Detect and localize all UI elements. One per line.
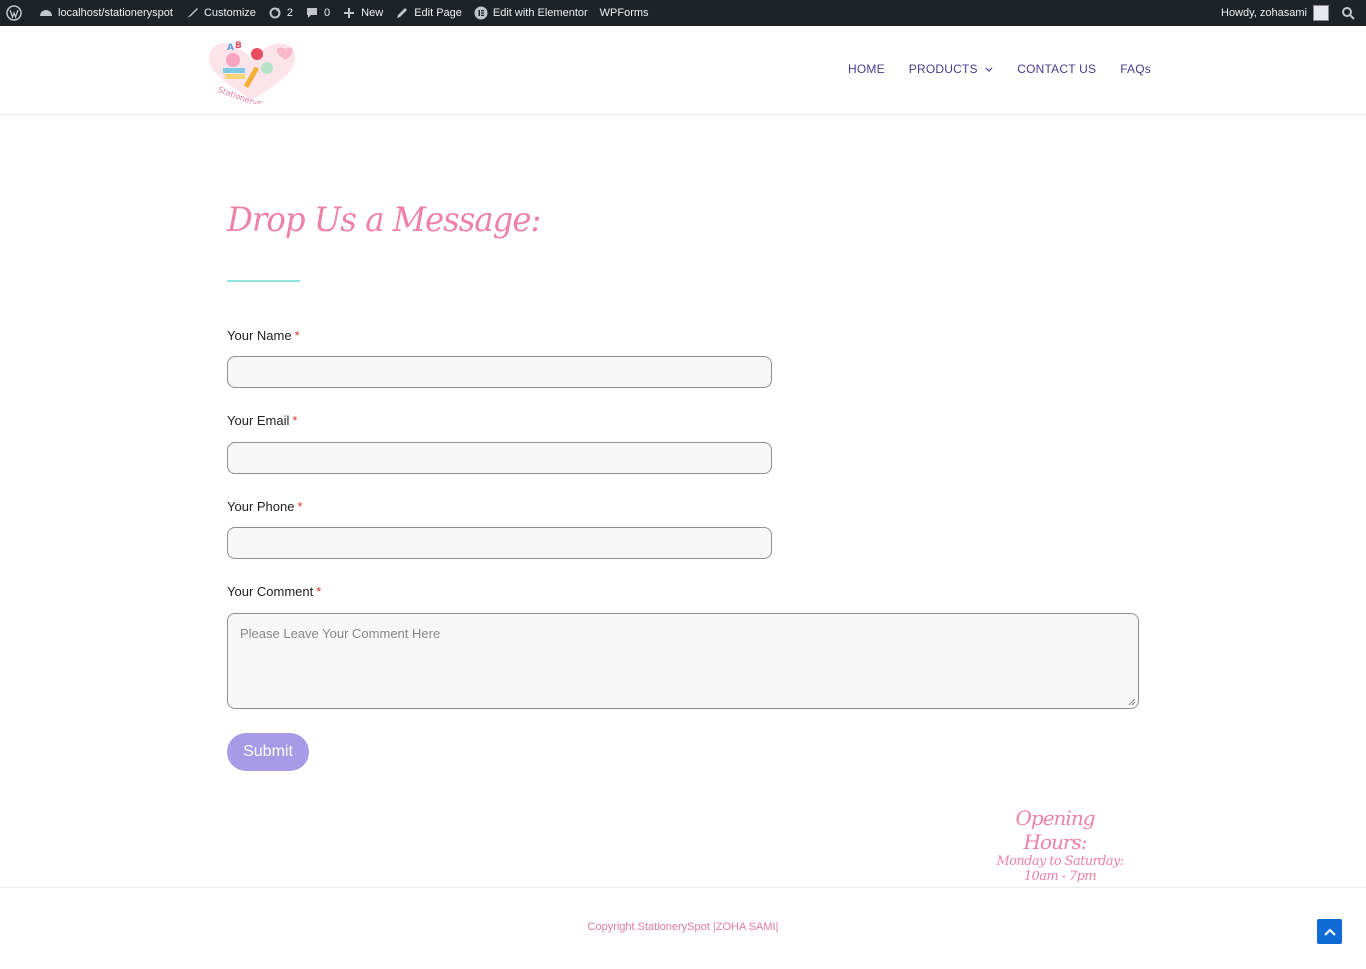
wordpress-icon [6,5,22,21]
page-heading: Drop Us a Message: [227,200,541,240]
new-label: New [361,7,384,19]
edit-elementor-label: Edit with Elementor [492,7,588,19]
admin-search-button[interactable] [1335,0,1366,26]
comment-textarea[interactable]: Please Leave Your Comment Here [227,613,1139,709]
email-label-text: Your Email [227,413,290,428]
comment-label: Your Comment * [227,584,321,599]
comments-count: 0 [324,7,331,19]
search-icon [1342,7,1355,20]
chevron-up-icon [1323,928,1336,936]
email-label: Your Email * [227,413,297,428]
phone-label: Your Phone * [227,499,303,514]
resize-handle-icon[interactable] [1128,698,1136,706]
updates-icon [269,7,281,19]
pencil-icon [397,8,408,18]
site-name-link[interactable]: localhost/stationeryspot [33,0,179,26]
nav-products-label: PRODUCTS [908,62,978,76]
email-field[interactable] [227,442,772,474]
phone-field[interactable] [227,527,772,559]
required-mark: * [294,328,300,343]
phone-label-text: Your Phone [227,499,295,514]
edit-with-elementor-link[interactable]: Edit with Elementor [468,0,594,26]
admin-bar: localhost/stationeryspot Customize 2 0 N… [0,0,1366,26]
customize-link[interactable]: Customize [179,0,262,26]
my-account-link[interactable]: Howdy, zohasami [1215,0,1335,26]
opening-hours-title: Opening Hours: [1015,806,1096,854]
required-mark: * [292,413,298,428]
new-content-link[interactable]: New [336,0,389,26]
main-navigation: HOME PRODUCTS CONTACT US FAQs [848,62,1151,76]
nav-faqs[interactable]: FAQs [1120,62,1151,76]
plus-icon [344,8,355,18]
wpforms-link[interactable]: WPForms [594,0,655,26]
copyright-text: Copyright.StationerySpot |ZOHA SAMI| [587,921,779,933]
opening-hours-text: Monday to Saturday: 10am - 7pm [996,854,1124,884]
svg-text:A: A [227,43,234,53]
nav-products[interactable]: PRODUCTS [909,62,993,76]
comment-label-text: Your Comment [227,584,314,599]
edit-page-link[interactable]: Edit Page [389,0,468,26]
elementor-icon [474,6,488,20]
avatar [1313,5,1329,21]
updates-link[interactable]: 2 [262,0,299,26]
brush-icon [186,8,198,18]
logo-image: A B StationerySpot [208,41,296,114]
site-header: A B StationerySpot HOME PRODUCTS CONTACT… [0,26,1366,115]
name-label-text: Your Name [227,328,292,343]
edit-page-label: Edit Page [414,7,462,19]
site-name-label: localhost/stationeryspot [58,7,173,19]
wpforms-label: WPForms [599,7,649,19]
nav-contact-us[interactable]: CONTACT US [1017,62,1096,76]
customize-label: Customize [203,7,256,19]
name-label: Your Name * [227,328,300,343]
site-logo[interactable]: A B StationerySpot [205,38,300,114]
comments-link[interactable]: 0 [299,0,336,26]
name-field[interactable] [227,356,772,388]
heading-divider [227,280,300,282]
submit-button[interactable]: Submit [227,733,309,771]
nav-home[interactable]: HOME [848,62,885,76]
scroll-to-top-button[interactable] [1317,919,1342,944]
site-footer: Copyright.StationerySpot |ZOHA SAMI| [0,887,1366,969]
howdy-label: Howdy, zohasami [1221,7,1307,19]
comment-placeholder: Please Leave Your Comment Here [240,626,441,641]
updates-count: 2 [286,7,294,19]
svg-text:B: B [235,41,242,51]
wordpress-logo-button[interactable] [0,0,33,26]
dashboard-icon [40,10,52,16]
chevron-down-icon [985,67,993,72]
comment-icon [307,8,318,18]
required-mark: * [316,584,322,599]
required-mark: * [297,499,303,514]
